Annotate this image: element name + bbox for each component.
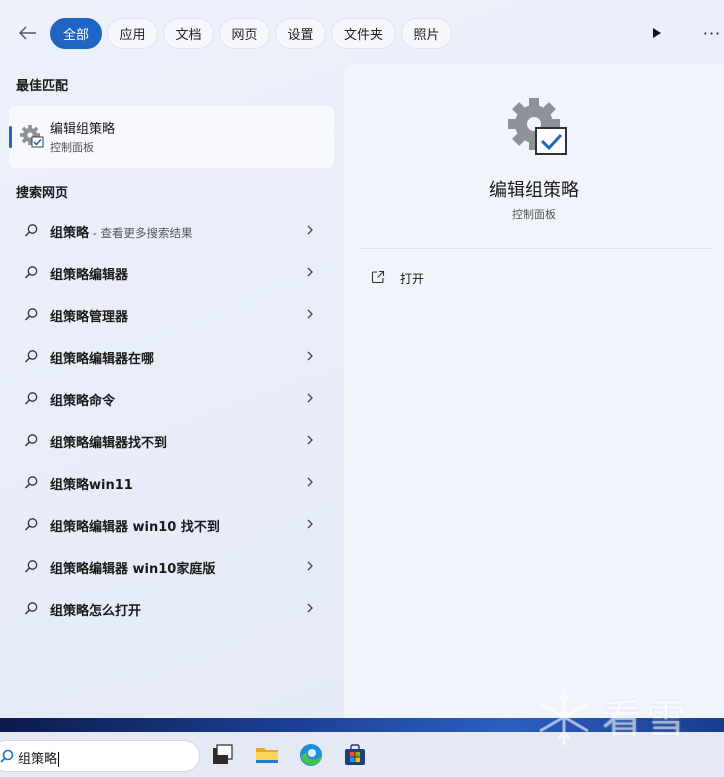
search-icon: [25, 266, 38, 279]
group-policy-gear-icon: [20, 125, 44, 148]
chevron-right-icon: [307, 435, 313, 445]
chevron-right-icon: [307, 309, 313, 319]
preview-subtitle: 控制面板: [512, 208, 556, 221]
chevron-right-icon: [307, 561, 313, 571]
web-search-label: 组策略编辑器 win10 找不到: [50, 520, 220, 535]
tab-web[interactable]: 网页: [219, 18, 270, 49]
search-icon: [25, 476, 38, 489]
divider: [360, 248, 712, 249]
web-search-item[interactable]: 组策略win11: [9, 462, 334, 502]
web-search-item[interactable]: 组策略 - 查看更多搜索结果: [9, 210, 334, 250]
web-search-item[interactable]: 组策略命令: [9, 378, 334, 418]
search-icon: [25, 308, 38, 321]
open-action[interactable]: 打开: [360, 262, 712, 294]
web-search-heading: 搜索网页: [16, 186, 69, 201]
watermark: 看雪: [532, 683, 724, 751]
file-explorer-icon[interactable]: [254, 742, 280, 768]
group-policy-gear-icon: [508, 98, 567, 155]
chevron-right-icon: [307, 603, 313, 613]
chevron-right-icon: [307, 225, 313, 235]
web-search-hint: - 查看更多搜索结果: [89, 226, 193, 240]
more-filters-button[interactable]: [648, 24, 666, 42]
web-search-label: 组策略编辑器在哪: [50, 352, 155, 367]
search-icon: [25, 350, 38, 363]
web-search-item[interactable]: 组策略编辑器 win10 找不到: [9, 504, 334, 544]
search-icon: [25, 224, 38, 237]
selection-indicator: [9, 126, 12, 148]
back-button[interactable]: [12, 18, 44, 48]
web-search-label: 组策略编辑器: [50, 268, 129, 283]
chevron-right-icon: [307, 519, 313, 529]
start-search-panel: 全部 应用 文档 网页 设置 文件夹 照片 ··· 最佳匹配 编辑组策略 控制面…: [0, 0, 724, 718]
search-icon: [25, 518, 38, 531]
search-value: 组策略: [18, 752, 58, 767]
edge-icon[interactable]: [298, 742, 324, 768]
tab-photos[interactable]: 照片: [401, 18, 452, 49]
open-external-icon: [371, 270, 385, 284]
best-match-heading: 最佳匹配: [16, 79, 69, 94]
chevron-right-icon: [307, 393, 313, 403]
search-icon: [25, 602, 38, 615]
web-search-label: 组策略管理器: [50, 310, 129, 325]
web-search-label: 组策略: [50, 226, 90, 241]
web-search-label: 组策略win11: [50, 478, 133, 493]
web-search-item[interactable]: 组策略管理器: [9, 294, 334, 334]
web-search-label: 组策略怎么打开: [50, 604, 142, 619]
search-icon: [25, 560, 38, 573]
ellipsis-icon: ···: [702, 23, 722, 43]
task-view-icon[interactable]: [210, 742, 236, 768]
chevron-right-icon: [307, 351, 313, 361]
tab-all[interactable]: 全部: [50, 18, 102, 49]
text-caret: [58, 752, 60, 767]
search-icon: [25, 392, 38, 405]
snowflake-icon: [539, 689, 589, 745]
web-search-item[interactable]: 组策略怎么打开: [9, 588, 334, 628]
web-search-item[interactable]: 组策略编辑器: [9, 252, 334, 292]
tab-settings[interactable]: 设置: [275, 18, 326, 49]
chevron-right-icon: [307, 477, 313, 487]
web-search-item[interactable]: 组策略编辑器 win10家庭版: [9, 546, 334, 586]
options-button[interactable]: ···: [700, 23, 724, 43]
tab-folders[interactable]: 文件夹: [331, 18, 396, 49]
web-search-item[interactable]: 组策略编辑器在哪: [9, 336, 334, 376]
best-match-name: 编辑组策略: [50, 122, 116, 137]
back-arrow-icon: [19, 26, 36, 40]
taskbar-search-input[interactable]: 组策略: [0, 740, 200, 772]
chevron-right-icon: [307, 267, 313, 277]
search-icon: [25, 434, 38, 447]
watermark-text: 看雪: [602, 697, 690, 743]
preview-title: 编辑组策略: [489, 180, 579, 201]
search-icon: [0, 749, 14, 763]
web-search-item[interactable]: 组策略编辑器找不到: [9, 420, 334, 460]
filter-bar: 全部 应用 文档 网页 设置 文件夹 照片 ···: [0, 16, 724, 50]
best-match-result[interactable]: 编辑组策略 控制面板: [9, 106, 334, 168]
open-label: 打开: [400, 272, 425, 286]
play-icon: [653, 28, 661, 38]
web-search-label: 组策略编辑器找不到: [50, 436, 168, 451]
tab-documents[interactable]: 文档: [163, 18, 214, 49]
web-search-label: 组策略编辑器 win10家庭版: [50, 562, 216, 577]
store-icon[interactable]: [342, 742, 368, 768]
tab-apps[interactable]: 应用: [107, 18, 158, 49]
result-preview-pane: 编辑组策略 控制面板 打开: [344, 64, 724, 718]
best-match-subtitle: 控制面板: [50, 141, 94, 154]
web-search-label: 组策略命令: [50, 394, 116, 409]
